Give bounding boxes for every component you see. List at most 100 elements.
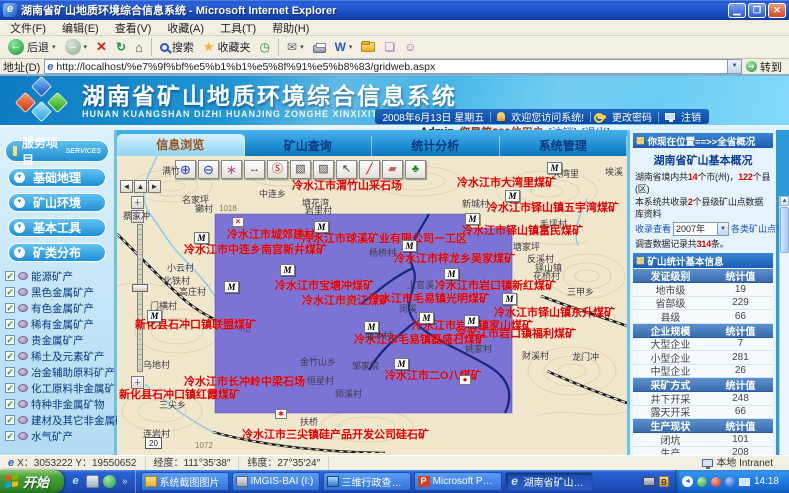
mine-marker[interactable]: M xyxy=(502,293,517,305)
mail-button[interactable]: ✉▾ xyxy=(283,37,308,58)
print-button[interactable] xyxy=(309,37,330,58)
scroll-thumb[interactable] xyxy=(780,207,789,253)
zoom-in-slider-button[interactable]: ＋ xyxy=(131,196,144,209)
taskbar-task[interactable]: 系统截图图片 xyxy=(141,472,229,491)
menu-item[interactable]: 帮助(H) xyxy=(264,20,317,36)
layer-item[interactable]: ✓黑色金属矿产 xyxy=(0,284,114,300)
layer-item[interactable]: ✓稀土及元素矿产 xyxy=(0,348,114,364)
point-marker[interactable]: ● xyxy=(459,375,471,385)
mine-marker[interactable]: M xyxy=(547,162,562,174)
menu-item[interactable]: 文件(F) xyxy=(2,20,54,36)
pan-box-button[interactable]: ▨ xyxy=(313,160,334,179)
zoom-slider-handle[interactable] xyxy=(132,284,148,292)
logout-link[interactable]: 注销 xyxy=(681,109,701,124)
pan-right-button[interactable]: ► xyxy=(148,180,161,193)
menu-item[interactable]: 收藏(A) xyxy=(159,20,212,36)
measure-button[interactable]: ↔ xyxy=(244,160,265,179)
snapshot-button[interactable]: Ⓢ xyxy=(267,160,288,179)
zoom-box-button[interactable]: ▧ xyxy=(290,160,311,179)
tray-green-icon[interactable] xyxy=(697,477,707,487)
quicklaunch-media-icon[interactable] xyxy=(103,475,116,488)
mine-marker[interactable]: M xyxy=(464,315,479,327)
mail-dropdown-icon[interactable]: ▾ xyxy=(300,43,304,51)
checkbox-checked-icon[interactable]: ✓ xyxy=(5,351,15,361)
address-input[interactable]: e http://localhost/%e7%9f%bf%e5%b1%b1%e5… xyxy=(44,59,742,74)
layer-item[interactable]: ✓有色金属矿产 xyxy=(0,300,114,316)
address-dropdown-icon[interactable]: ▼ xyxy=(727,60,741,73)
layer-item[interactable]: ✓建材及其它非金属矿物 xyxy=(0,412,114,428)
mine-label[interactable]: 冷水江市三尖镇硅产品开发公司硅石矿 xyxy=(242,430,429,441)
sidebar-group-button[interactable]: ▼基础地理 xyxy=(8,168,106,187)
home-button[interactable]: ⌂ xyxy=(131,37,147,58)
zoom-slider-track[interactable] xyxy=(137,224,143,372)
checkbox-checked-icon[interactable]: ✓ xyxy=(5,335,15,345)
edit-button[interactable]: W▾ xyxy=(331,37,357,58)
sidebar-group-button[interactable]: ▼矿山环境 xyxy=(8,193,106,212)
pan-left-button[interactable]: ◄ xyxy=(120,180,133,193)
layer-item[interactable]: ✓水气矿产 xyxy=(0,428,114,444)
mine-label[interactable]: 冷水江市铎山镇东升煤矿 xyxy=(494,308,615,319)
layer-item[interactable]: ✓贵金属矿产 xyxy=(0,332,114,348)
discuss-button[interactable]: ❏ xyxy=(380,37,399,58)
search-button[interactable]: 搜索 xyxy=(156,37,198,58)
mine-label[interactable]: 冷水江市梓龙乡吴家煤矿 xyxy=(394,254,515,265)
identify-button[interactable]: ↖ xyxy=(336,160,357,179)
mine-marker[interactable]: M xyxy=(224,281,239,293)
mine-marker[interactable]: M xyxy=(364,321,379,333)
layer-item[interactable]: ✓特种非金属矿物 xyxy=(0,396,114,412)
forward-button[interactable]: →▾ xyxy=(61,37,92,58)
maximize-button[interactable]: ❐ xyxy=(748,3,766,18)
taskbar-task[interactable]: IMGIS-BAI (I:) xyxy=(232,472,320,491)
quicklaunch-desktop-icon[interactable] xyxy=(86,475,99,488)
stop-button[interactable]: ✕ xyxy=(92,37,111,58)
tray-collapse-icon[interactable]: ◄ xyxy=(682,476,693,487)
mine-marker[interactable]: M xyxy=(147,310,162,322)
messenger-button[interactable]: ☺ xyxy=(400,37,420,58)
mine-label[interactable]: 冷水江市渭竹山采石场 xyxy=(292,181,402,192)
scroll-up-icon[interactable]: ▲ xyxy=(780,196,789,206)
menu-item[interactable]: 查看(V) xyxy=(107,20,160,36)
year-select[interactable]: 2007年 ▼ xyxy=(673,222,729,236)
checkbox-checked-icon[interactable]: ✓ xyxy=(5,319,15,329)
layer-tree-button[interactable]: ♣ xyxy=(405,160,426,179)
pan-up-button[interactable]: ▲ xyxy=(134,180,147,193)
mine-label[interactable]: 冷水江市中连乡南宫新井煤矿 xyxy=(184,245,327,256)
chevron-down-icon[interactable]: ▼ xyxy=(717,223,728,235)
map-canvas[interactable]: ◄ ▲ ► ＋ − ＋ ⊕⊖∗↔Ⓢ▧▨↖╱▰♣ 20 冷水江市渭竹山采石场冷水江… xyxy=(117,156,627,455)
minimize-button[interactable]: ▁ xyxy=(728,3,746,18)
history-button[interactable]: ◷ xyxy=(256,37,274,58)
back-dropdown-icon[interactable]: ▾ xyxy=(52,43,56,51)
layer-item[interactable]: ✓稀有金属矿产 xyxy=(0,316,114,332)
page-scrollbar[interactable]: ▲ ▼ xyxy=(779,196,789,493)
checkbox-checked-icon[interactable]: ✓ xyxy=(5,431,15,441)
zoom-bottom-button[interactable]: ＋ xyxy=(131,376,144,389)
network-icon[interactable] xyxy=(739,478,750,486)
mine-marker[interactable]: M xyxy=(402,240,417,252)
tab-3[interactable]: 统计分析 xyxy=(372,136,500,156)
mine-marker[interactable]: M xyxy=(280,264,295,276)
point-marker[interactable]: × xyxy=(232,217,244,227)
quicklaunch-ie-icon[interactable]: e xyxy=(69,475,82,488)
checkbox-checked-icon[interactable]: ✓ xyxy=(5,271,15,281)
point-marker[interactable]: ∗ xyxy=(275,409,287,419)
tray-red-icon[interactable] xyxy=(711,477,721,487)
favorites-button[interactable]: ★ 收藏夹 xyxy=(199,37,255,58)
sidebar-group-button[interactable]: ▼矿类分布 xyxy=(8,243,106,262)
eraser-button[interactable]: ▰ xyxy=(382,160,403,179)
checkbox-checked-icon[interactable]: ✓ xyxy=(5,303,15,313)
mine-marker[interactable]: M xyxy=(505,190,520,202)
change-password-link[interactable]: 更改密码 xyxy=(612,109,652,124)
layer-item[interactable]: ✓冶金辅助原料矿产 xyxy=(0,364,114,380)
taskbar-task[interactable]: 三维行政查询图.bmp xyxy=(323,472,411,491)
folders-button[interactable] xyxy=(357,37,379,58)
menu-item[interactable]: 工具(T) xyxy=(212,20,264,36)
mine-marker[interactable]: M xyxy=(465,213,480,225)
mine-marker[interactable]: M xyxy=(394,358,409,370)
go-button[interactable]: ➜ 转到 xyxy=(746,59,786,75)
mine-label[interactable]: 冷水江市岩口镇新红煤矿 xyxy=(435,281,556,292)
edit-dropdown-icon[interactable]: ▾ xyxy=(349,43,353,51)
tab-2[interactable]: 矿山查询 xyxy=(245,136,373,156)
back-button[interactable]: ← 后退 ▾ xyxy=(4,37,60,58)
menu-item[interactable]: 编辑(E) xyxy=(54,20,107,36)
start-button[interactable]: 开始 xyxy=(0,470,64,493)
